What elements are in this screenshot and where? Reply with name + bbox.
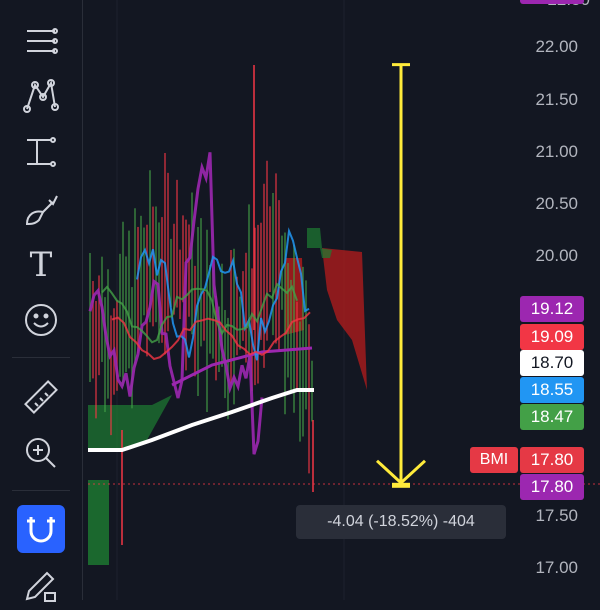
emoji-tool-button[interactable] [16,295,66,345]
blue-indicator-line [136,227,310,361]
ruler-tool-button[interactable] [16,372,66,422]
text-tool-button[interactable]: T [16,240,66,290]
last-price-badge: 17.80 [520,447,584,473]
purple-price-badge: 17.80 [520,474,584,500]
lines-icon [27,28,58,54]
red-ma-price-badge: 19.09 [520,324,584,350]
price-axis-label: 20.00 [535,246,578,265]
symbol-tag: BMI [470,447,518,473]
pattern-tool-button[interactable] [16,70,66,120]
blue-ma-price-badge: 18.55 [520,377,584,403]
price-axis-label: 21.00 [535,142,578,161]
magnet-tool-button[interactable] [17,505,65,553]
white-ma-price-badge: 18.70 [520,350,584,376]
pencil-lock-icon [25,571,56,602]
text-icon: T [29,245,53,285]
lock-drawing-tool-button[interactable] [16,560,66,610]
price-axis-label: 20.50 [535,194,578,213]
vertical-measure-icon [27,137,56,167]
green-ma-price-badge: 18.47 [520,404,584,430]
partial-badge-top [520,0,584,4]
brush-icon [25,195,58,226]
vertical-measure-tool-button[interactable] [16,127,66,177]
price-axis-label: 21.50 [535,90,578,109]
brush-tool-button[interactable] [16,185,66,235]
lines-tool-button[interactable] [16,16,66,66]
price-range-measure[interactable] [375,63,427,488]
smiley-icon [25,304,57,336]
toolbar-divider [12,490,70,491]
price-axis-label: 17.00 [535,558,578,577]
cloud-green-area [88,480,109,565]
toolbar-divider [12,357,70,358]
ruler-icon [24,380,58,414]
cloud-green-area [88,395,172,452]
measure-handle [392,482,410,488]
zoom-in-tool-button[interactable] [16,428,66,478]
magnet-icon [27,517,55,543]
measure-result-label: -4.04 (-18.52%) -404 [296,505,506,539]
pattern-icon [23,79,59,113]
purple-ma-price-badge: 19.12 [520,296,584,322]
zoom-in-icon [26,438,56,468]
drawing-toolbar: T [0,0,83,602]
cloud-green-area [307,228,322,248]
price-axis-label: 17.50 [535,506,578,525]
price-axis-label: 22.00 [535,37,578,56]
